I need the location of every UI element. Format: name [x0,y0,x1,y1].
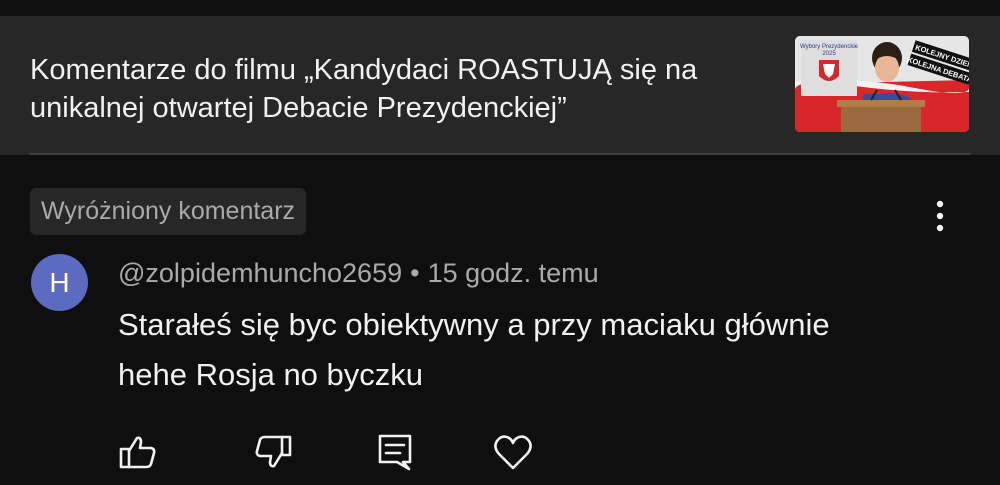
reply-button[interactable] [373,430,417,474]
dislike-button[interactable] [251,430,295,474]
thumbnail-year: 2025 [822,51,836,57]
more-options-icon [936,200,944,232]
comment-text-line-1: Starałeś się byc obiektywny a przy macia… [118,307,830,342]
comment-text-line-2: hehe Rosja no byczku [118,357,424,392]
dislike-icon [255,435,292,468]
heart-icon [494,435,532,470]
heart-button[interactable] [491,430,535,474]
video-title-line-2: unikalnej otwartej Debacie Prezydenckiej… [30,92,567,124]
meta-separator: • [410,258,420,288]
video-title: Komentarze do filmu „Kandydaci ROASTUJĄ … [30,51,760,127]
thumbnail-image: Wybory Prezydenckie 2025 KOLEJNY DZIEŃ K… [795,36,969,132]
comment-text: Starałeś się byc obiektywny a przy macia… [118,300,938,400]
thumbnail-header-text: Wybory Prezydenckie [800,44,859,50]
status-bar [0,0,1000,16]
like-button[interactable] [116,430,160,474]
video-title-line-1: Komentarze do filmu „Kandydaci ROASTUJĄ … [30,54,698,86]
comment-timestamp: 15 godz. temu [427,258,599,288]
video-thumbnail[interactable]: Wybory Prezydenckie 2025 KOLEJNY DZIEŃ K… [795,36,969,132]
like-icon [119,436,156,469]
more-options-button[interactable] [922,196,958,236]
reply-icon [378,434,412,471]
header-divider [30,153,970,155]
comment-meta: @zolpidemhuncho2659 • 15 godz. temu [118,258,599,289]
avatar[interactable]: H [31,254,88,311]
comment-author[interactable]: @zolpidemhuncho2659 [118,258,402,288]
highlighted-comment-badge: Wyróżniony komentarz [30,188,307,235]
